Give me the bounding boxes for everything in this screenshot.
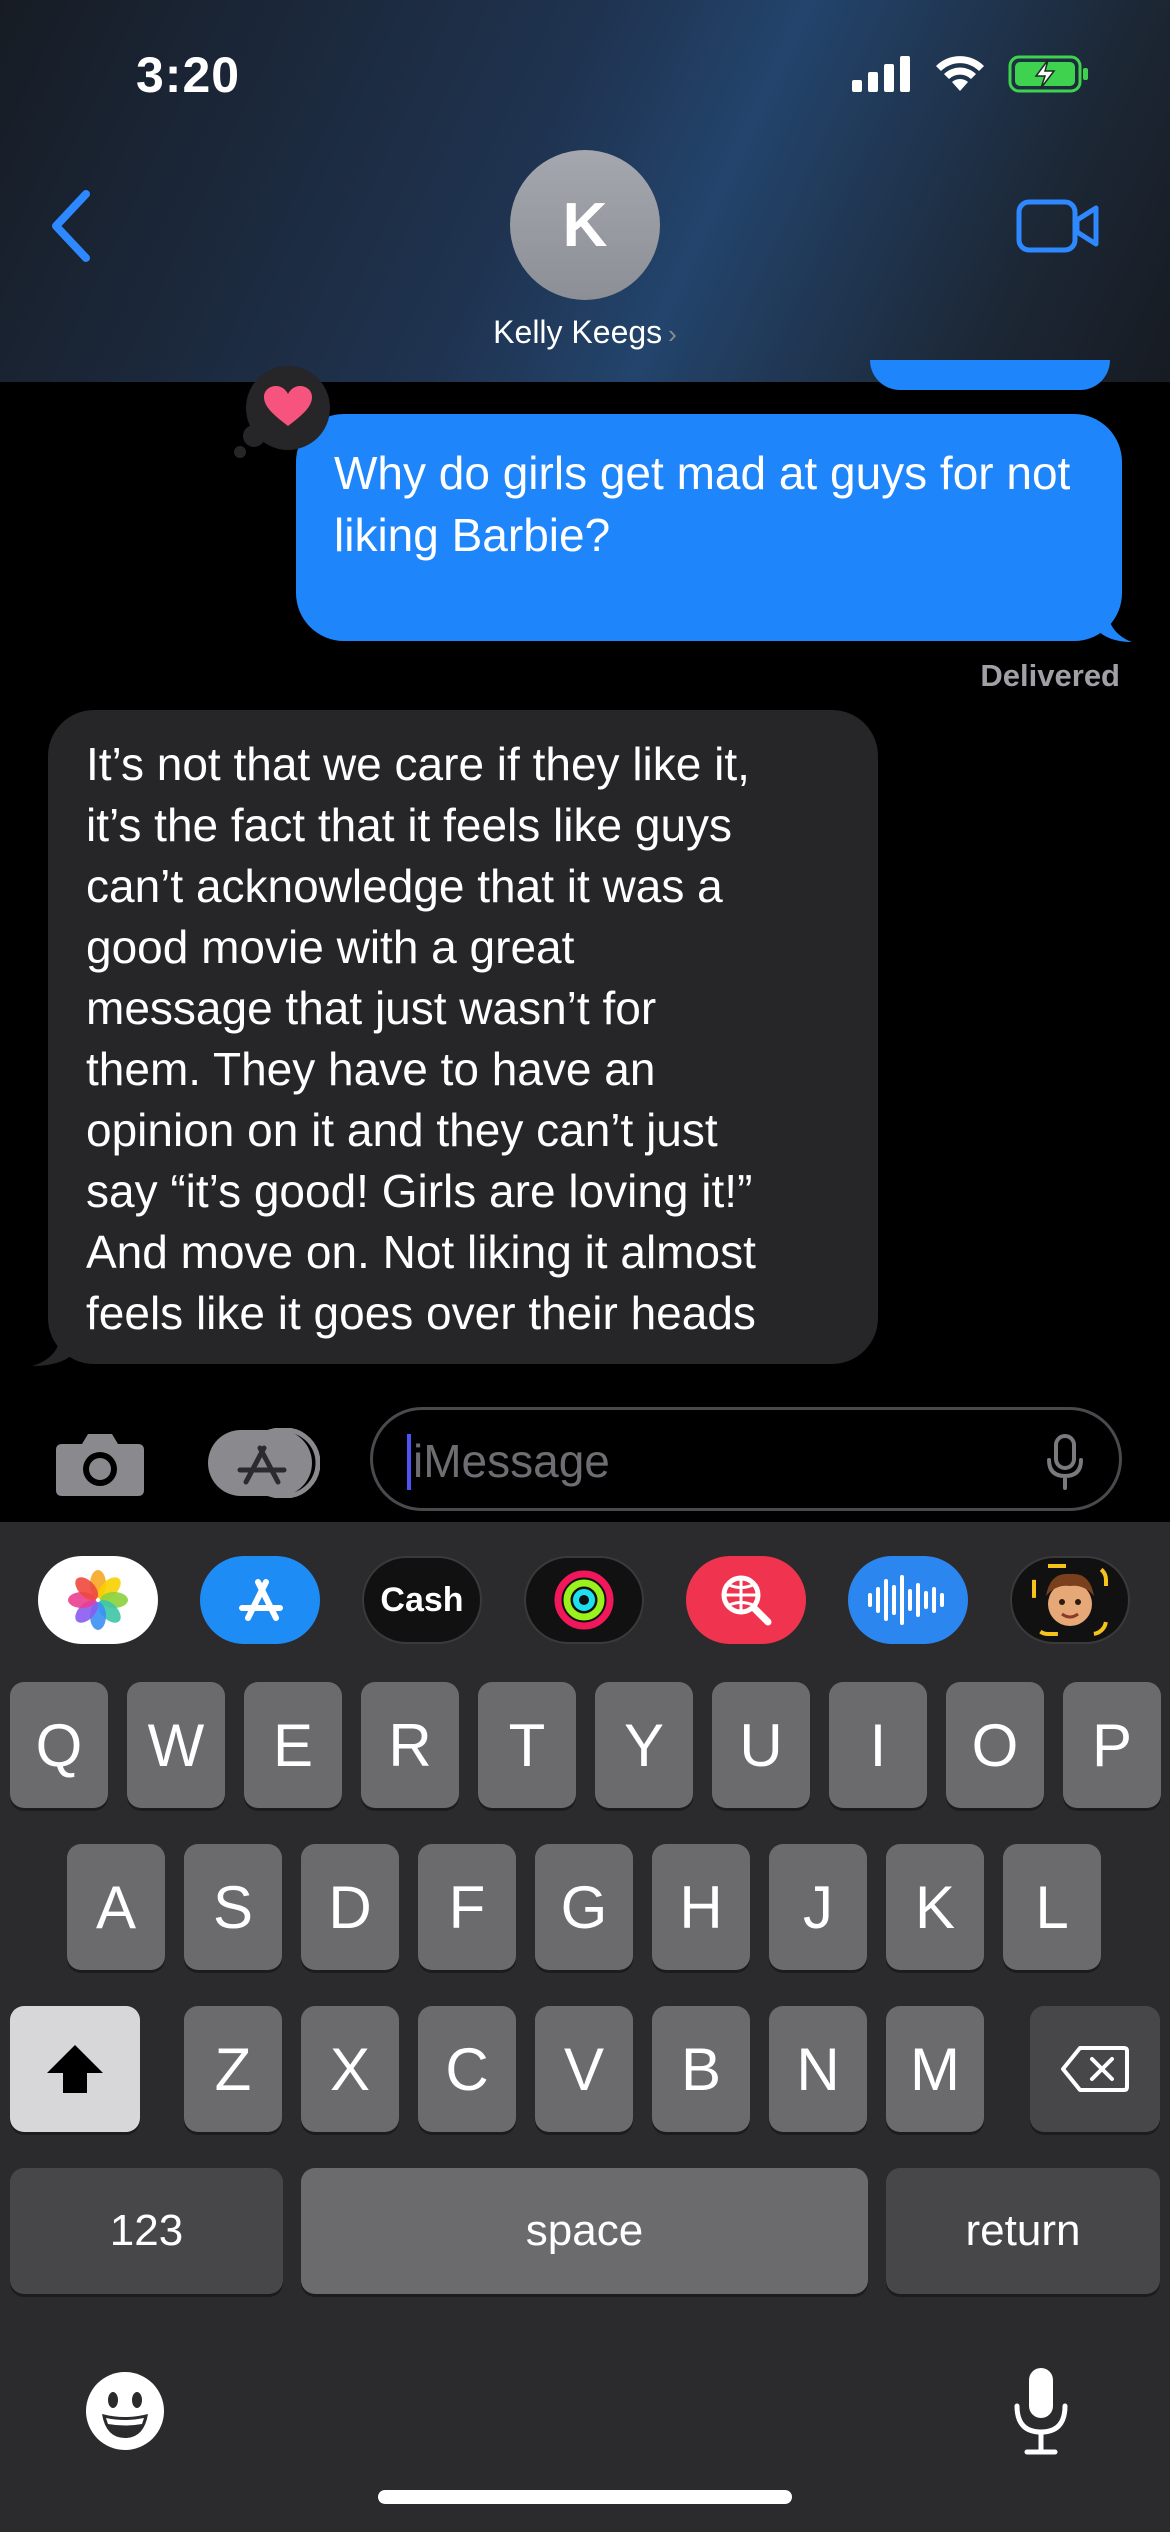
- heart-icon[interactable]: [232, 366, 334, 458]
- key-l[interactable]: L: [1003, 1844, 1101, 1970]
- outgoing-message-text: Why do girls get mad at guys for not lik…: [334, 447, 1071, 561]
- delivered-status: Delivered: [980, 658, 1120, 693]
- incoming-line: it’s the fact that it feels like guys: [86, 799, 733, 851]
- imessage-placeholder: iMessage: [413, 1435, 610, 1487]
- activity-icon[interactable]: [524, 1556, 644, 1644]
- incoming-line: And move on. Not liking it almost: [86, 1226, 756, 1278]
- globe-search-glyph: [721, 1575, 772, 1626]
- memoji-icon[interactable]: [1010, 1556, 1130, 1644]
- incoming-line: say “it’s good! Girls are loving it!”: [86, 1165, 753, 1217]
- dictation-mic-icon[interactable]: [1045, 1434, 1085, 1490]
- image-search-icon[interactable]: [686, 1556, 806, 1644]
- incoming-line: them. They have to have an: [86, 1043, 656, 1095]
- apple-cash-icon[interactable]: Cash: [362, 1556, 482, 1644]
- facetime-video-icon[interactable]: [1016, 196, 1100, 256]
- battery-charging-icon: [1008, 55, 1088, 93]
- key-w[interactable]: W: [127, 1682, 225, 1808]
- key-j[interactable]: J: [769, 1844, 867, 1970]
- outgoing-message-bubble[interactable]: Why do girls get mad at guys for not lik…: [296, 414, 1122, 641]
- key-h[interactable]: H: [652, 1844, 750, 1970]
- home-indicator[interactable]: [378, 2490, 792, 2504]
- conversation-header: 3:20 K Kelly Keegs ›: [0, 0, 1170, 382]
- delete-key[interactable]: [1030, 2006, 1160, 2132]
- keyboard-dictation-mic-icon[interactable]: [1012, 2366, 1070, 2456]
- camera-icon[interactable]: [54, 1428, 146, 1498]
- key-p[interactable]: P: [1063, 1682, 1161, 1808]
- key-i[interactable]: I: [829, 1682, 927, 1808]
- activity-rings-glyph: [554, 1570, 614, 1630]
- contact-name[interactable]: Kelly Keegs ›: [0, 314, 1170, 351]
- key-e[interactable]: E: [244, 1682, 342, 1808]
- key-g[interactable]: G: [535, 1844, 633, 1970]
- emoji-icon[interactable]: [84, 2370, 166, 2452]
- app-store-apps-icon[interactable]: [208, 1428, 320, 1498]
- cellular-signal-icon: [852, 56, 910, 92]
- waveform-glyph: [868, 1575, 944, 1625]
- photos-flower-icon: [68, 1570, 128, 1630]
- key-z[interactable]: Z: [184, 2006, 282, 2132]
- key-q[interactable]: Q: [10, 1682, 108, 1808]
- incoming-line: can’t acknowledge that it was a: [86, 860, 723, 912]
- app-store-icon[interactable]: [200, 1556, 320, 1644]
- memoji-face-glyph: [1032, 1564, 1108, 1636]
- photos-app-icon[interactable]: [38, 1556, 158, 1644]
- key-a[interactable]: A: [67, 1844, 165, 1970]
- shift-arrow-icon: [47, 2045, 103, 2093]
- contact-avatar[interactable]: K: [510, 150, 660, 300]
- incoming-line: opinion on it and they can’t just: [86, 1104, 718, 1156]
- incoming-line: good movie with a great: [86, 921, 575, 973]
- backspace-icon: [1061, 2046, 1129, 2092]
- imessage-input[interactable]: iMessage: [370, 1407, 1122, 1511]
- audio-message-icon[interactable]: [848, 1556, 968, 1644]
- key-n[interactable]: N: [769, 2006, 867, 2132]
- key-m[interactable]: M: [886, 2006, 984, 2132]
- bubble-tail: [32, 1324, 72, 1366]
- text-caret: [407, 1434, 411, 1490]
- previous-message-bubble: [870, 360, 1110, 390]
- incoming-line: It’s not that we care if they like it,: [86, 738, 750, 790]
- wifi-icon: [936, 56, 984, 91]
- apple-cash-label: Cash: [380, 1580, 464, 1619]
- key-d[interactable]: D: [301, 1844, 399, 1970]
- key-b[interactable]: B: [652, 2006, 750, 2132]
- back-chevron-icon[interactable]: [44, 186, 96, 266]
- key-u[interactable]: U: [712, 1682, 810, 1808]
- numbers-key[interactable]: 123: [10, 2168, 283, 2294]
- bubble-tail: [1098, 600, 1132, 642]
- shift-key[interactable]: [10, 2006, 140, 2132]
- contact-name-label: Kelly Keegs: [493, 314, 663, 350]
- key-f[interactable]: F: [418, 1844, 516, 1970]
- key-o[interactable]: O: [946, 1682, 1044, 1808]
- return-key[interactable]: return: [886, 2168, 1160, 2294]
- key-x[interactable]: X: [301, 2006, 399, 2132]
- incoming-message-bubble[interactable]: It’s not that we care if they like it, i…: [48, 710, 878, 1364]
- incoming-line: feels like it goes over their heads: [86, 1287, 756, 1339]
- incoming-line: message that just wasn’t for: [86, 982, 657, 1034]
- key-v[interactable]: V: [535, 2006, 633, 2132]
- key-k[interactable]: K: [886, 1844, 984, 1970]
- key-s[interactable]: S: [184, 1844, 282, 1970]
- key-y[interactable]: Y: [595, 1682, 693, 1808]
- key-c[interactable]: C: [418, 2006, 516, 2132]
- imessage-app-strip: Cash: [0, 1556, 1170, 1652]
- status-time: 3:20: [136, 47, 241, 103]
- status-icons: [852, 54, 1090, 94]
- space-key[interactable]: space: [301, 2168, 868, 2294]
- key-r[interactable]: R: [361, 1682, 459, 1808]
- key-t[interactable]: T: [478, 1682, 576, 1808]
- chevron-right-icon: ›: [668, 319, 677, 349]
- app-store-glyph: [239, 1579, 283, 1621]
